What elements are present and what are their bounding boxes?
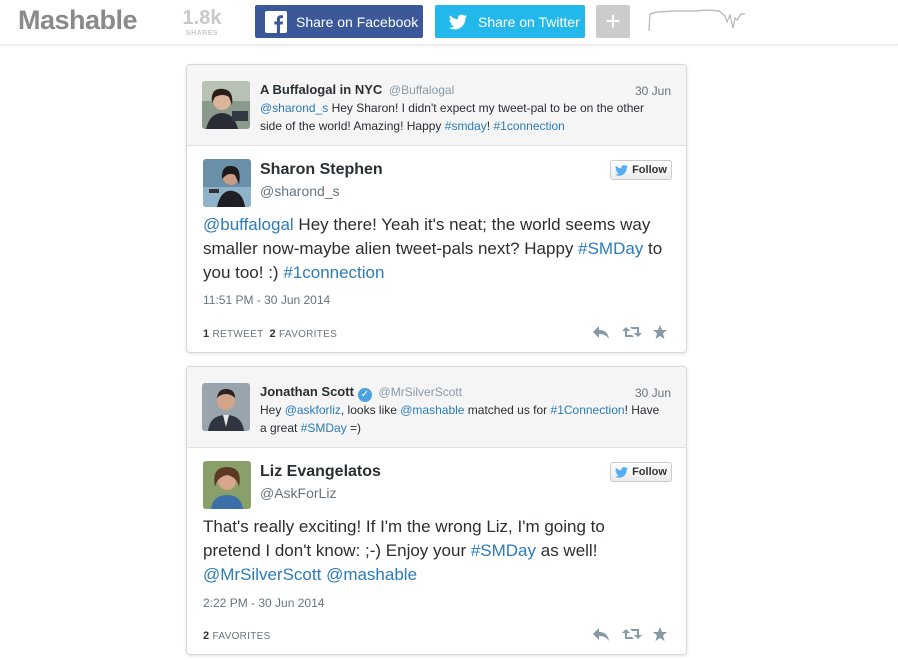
facebook-icon xyxy=(265,10,287,33)
twitter-bird-icon xyxy=(615,466,629,478)
follow-button[interactable]: Follow xyxy=(610,462,672,482)
reply-author: Jonathan Scott ✓ @MrSilverScott xyxy=(260,384,462,402)
reply-text: @sharond_s Hey Sharon! I didn't expect m… xyxy=(260,99,665,135)
share-twitter-label: Share on Twitter xyxy=(478,13,580,30)
in-reply-to-tweet: A Buffalogal in NYC @Buffalogal 30 Jun @… xyxy=(187,65,686,146)
retweet-label[interactable]: RETWEET xyxy=(213,329,264,340)
tweet-timestamp[interactable]: 11:51 PM - 30 Jun 2014 xyxy=(203,293,330,307)
hashtag-link[interactable]: #SMDay xyxy=(471,541,536,560)
tweet-author: Liz Evangelatos @AskForLiz Follow xyxy=(202,461,672,509)
tweet-text: That's really exciting! If I'm the wrong… xyxy=(203,515,663,587)
share-facebook-button[interactable]: Share on Facebook xyxy=(255,5,423,38)
avatar[interactable] xyxy=(203,461,251,509)
in-reply-to-tweet: Jonathan Scott ✓ @MrSilverScott 30 Jun He… xyxy=(187,367,686,448)
mention-link[interactable]: @mashable xyxy=(326,565,417,584)
tweet-actions xyxy=(592,626,670,642)
avatar[interactable] xyxy=(202,383,250,431)
reply-author-handle[interactable]: @MrSilverScott xyxy=(379,385,463,399)
verified-badge-icon: ✓ xyxy=(357,388,372,402)
tweet-text: @buffalogal Hey there! Yeah it's neat; t… xyxy=(203,213,663,285)
share-counter: 1.8k SHARES xyxy=(172,7,232,37)
reply-author-name[interactable]: Jonathan Scott xyxy=(260,384,354,399)
follow-label: Follow xyxy=(632,466,667,478)
tweet-text-segment: matched us for xyxy=(464,403,551,417)
avatar[interactable] xyxy=(202,81,250,129)
mention-link[interactable]: @askforliz xyxy=(285,403,341,417)
reply-icon[interactable] xyxy=(592,626,610,642)
retweet-icon[interactable] xyxy=(622,626,642,642)
hashtag-link[interactable]: #1connection xyxy=(493,119,564,133)
retweet-count[interactable]: 1 xyxy=(203,328,209,340)
tweet-author-handle[interactable]: @AskForLiz xyxy=(260,485,336,501)
avatar[interactable] xyxy=(203,159,251,207)
tweet-stats: 1 RETWEET 2 FAVORITES xyxy=(203,328,337,340)
hashtag-link[interactable]: #smday xyxy=(445,119,487,133)
mention-link[interactable]: @buffalogal xyxy=(203,215,294,234)
mention-link[interactable]: @mashable xyxy=(400,403,464,417)
reply-date[interactable]: 30 Jun xyxy=(635,84,671,98)
favorite-count[interactable]: 2 xyxy=(270,328,276,340)
twitter-bird-icon xyxy=(615,164,629,176)
twitter-bird-icon xyxy=(447,11,469,33)
hashtag-link[interactable]: #SMDay xyxy=(301,421,347,435)
hashtag-link[interactable]: #1connection xyxy=(283,263,384,282)
tweet-author: Sharon Stephen @sharond_s Follow xyxy=(202,159,672,207)
reply-author-name[interactable]: A Buffalogal in NYC xyxy=(260,82,382,97)
favorite-count[interactable]: 2 xyxy=(203,630,209,642)
mashable-logo[interactable]: Mashable xyxy=(18,5,138,36)
share-trend-sparkline xyxy=(648,9,745,32)
reply-author: A Buffalogal in NYC @Buffalogal xyxy=(260,82,454,97)
tweet-text-segment: =) xyxy=(346,421,362,435)
favorite-label[interactable]: FAVORITES xyxy=(279,329,337,340)
retweet-icon[interactable] xyxy=(622,324,642,340)
reply-author-handle[interactable]: @Buffalogal xyxy=(389,83,454,97)
tweet-timestamp[interactable]: 2:22 PM - 30 Jun 2014 xyxy=(203,596,324,610)
follow-label: Follow xyxy=(632,164,667,176)
reply-icon[interactable] xyxy=(592,324,610,340)
tweet-card: A Buffalogal in NYC @Buffalogal 30 Jun @… xyxy=(186,64,687,353)
share-count-label: SHARES xyxy=(185,30,219,37)
hashtag-link[interactable]: #SMDay xyxy=(578,239,643,258)
tweet-stats: 2 FAVORITES xyxy=(203,630,271,642)
hashtag-link[interactable]: #1Connection xyxy=(551,403,625,417)
mention-link[interactable]: @MrSilverScott xyxy=(203,565,321,584)
tweet-text-segment: Hey xyxy=(260,403,285,417)
follow-button[interactable]: Follow xyxy=(610,160,672,180)
tweet-author-name[interactable]: Liz Evangelatos xyxy=(260,463,381,481)
more-share-button[interactable]: + xyxy=(596,5,630,38)
reply-text: Hey @askforliz, looks like @mashable mat… xyxy=(260,401,665,437)
tweet-author-name[interactable]: Sharon Stephen xyxy=(260,161,383,179)
tweet-actions xyxy=(592,324,670,340)
share-twitter-button[interactable]: Share on Twitter xyxy=(435,5,585,38)
top-bar: Mashable 1.8k SHARES Share on Facebook S… xyxy=(0,0,898,45)
favorite-label[interactable]: FAVORITES xyxy=(213,631,271,642)
share-count: 1.8k xyxy=(182,7,222,29)
tweet-text-segment: as well! xyxy=(536,541,598,560)
mention-link[interactable]: @sharond_s xyxy=(260,101,328,115)
reply-date[interactable]: 30 Jun xyxy=(635,386,671,400)
tweet-author-handle[interactable]: @sharond_s xyxy=(260,183,340,199)
share-facebook-label: Share on Facebook xyxy=(296,13,419,30)
tweet-text-segment: , looks like xyxy=(340,403,401,417)
favorite-star-icon[interactable] xyxy=(652,324,670,340)
favorite-star-icon[interactable] xyxy=(652,626,670,642)
tweet-card: Jonathan Scott ✓ @MrSilverScott 30 Jun He… xyxy=(186,366,687,655)
